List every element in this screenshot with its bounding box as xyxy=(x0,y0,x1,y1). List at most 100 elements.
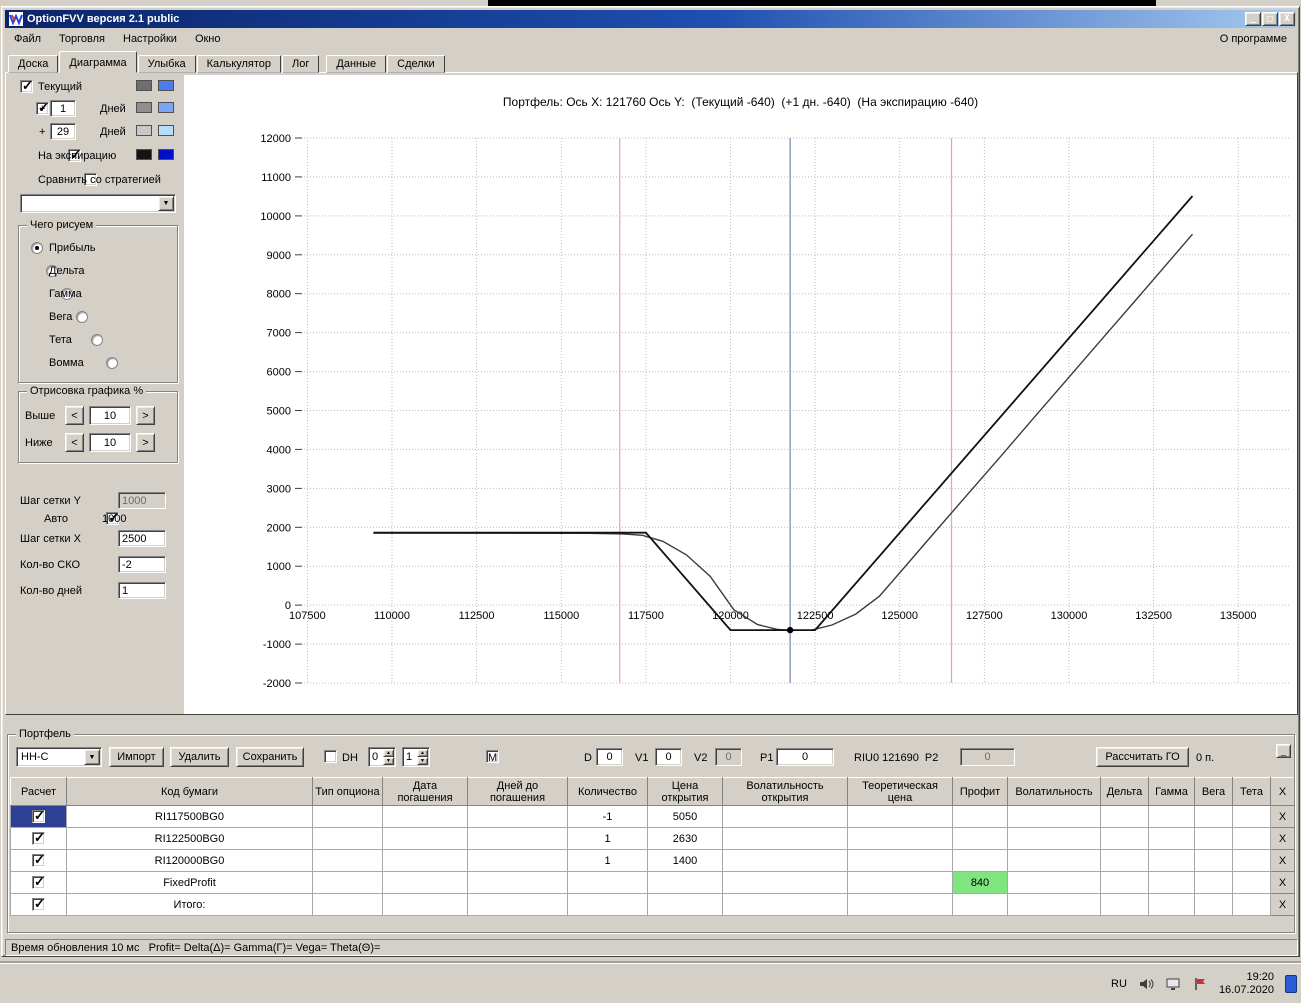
series-plus29-color-2[interactable] xyxy=(158,125,174,136)
radio-profit[interactable] xyxy=(31,242,43,254)
series-plus1-days-input[interactable] xyxy=(50,100,76,117)
delete-row-button[interactable]: X xyxy=(1270,893,1295,916)
menu-window[interactable]: Окно xyxy=(186,30,230,48)
range-above-inc-button[interactable]: > xyxy=(136,406,155,425)
open-price-cell[interactable]: 1400 xyxy=(647,849,723,872)
grid-step-y-input xyxy=(118,492,166,509)
calc-checkbox[interactable] xyxy=(32,808,45,824)
menu-about[interactable]: О программе xyxy=(1211,30,1296,48)
open-price-cell[interactable] xyxy=(647,871,723,894)
calc-checkbox[interactable] xyxy=(32,874,45,890)
collapse-panel-button[interactable]: _ xyxy=(1276,744,1291,758)
profit-chart[interactable]: -2000-1000010002000300040005000600070008… xyxy=(241,131,1297,707)
calc-checkbox[interactable] xyxy=(32,830,45,846)
table-cell xyxy=(1148,871,1195,894)
chevron-down-icon[interactable]: ▼ xyxy=(158,196,174,211)
spinner-up-icon[interactable]: ▲ xyxy=(383,749,394,757)
tray-monitor-icon[interactable] xyxy=(1165,976,1181,992)
svg-text:2000: 2000 xyxy=(267,522,291,534)
table-cell xyxy=(312,893,383,916)
language-indicator[interactable]: RU xyxy=(1111,978,1127,990)
tab-diagram[interactable]: Диаграмма xyxy=(59,51,137,73)
range-below-inc-button[interactable]: > xyxy=(136,433,155,452)
menu-trading[interactable]: Торговля xyxy=(50,30,114,48)
range-above-input[interactable] xyxy=(89,406,131,425)
series-plus29-days-input[interactable] xyxy=(50,123,76,140)
show-desktop-icon[interactable] xyxy=(1285,975,1297,993)
p1-input[interactable] xyxy=(776,748,834,766)
spinner-down-icon[interactable]: ▼ xyxy=(417,757,428,765)
v1-input[interactable] xyxy=(655,748,682,766)
tab-smile[interactable]: Улыбка xyxy=(137,55,196,73)
dh-checkbox[interactable] xyxy=(324,750,337,763)
minimize-button[interactable]: _ xyxy=(1245,12,1261,26)
tab-data[interactable]: Данные xyxy=(326,55,387,73)
tray-flag-icon[interactable] xyxy=(1192,976,1208,992)
tab-calculator[interactable]: Калькулятор xyxy=(196,55,282,73)
save-button[interactable]: Сохранить xyxy=(236,747,304,767)
calc-cell[interactable] xyxy=(10,893,67,916)
series-current-color-1[interactable] xyxy=(136,80,152,91)
tab-log[interactable]: Лог xyxy=(282,55,320,73)
chevron-down-icon[interactable]: ▼ xyxy=(84,749,100,765)
menu-settings[interactable]: Настройки xyxy=(114,30,186,48)
maximize-button[interactable]: □ xyxy=(1262,12,1278,26)
delete-row-button[interactable]: X xyxy=(1270,849,1295,872)
grid-step-x-input[interactable] xyxy=(118,530,166,547)
delete-row-button[interactable]: X xyxy=(1270,827,1295,850)
radio-vega[interactable] xyxy=(76,311,89,323)
grid-step-y-label: Шаг сетки Y xyxy=(20,495,81,507)
table-cell xyxy=(722,893,848,916)
quantity-cell[interactable]: 1 xyxy=(567,827,648,850)
calc-checkbox[interactable] xyxy=(32,896,45,912)
table-cell xyxy=(467,849,568,872)
range-above-dec-button[interactable]: < xyxy=(65,406,84,425)
calc-cell[interactable] xyxy=(10,827,67,850)
spinner-up-icon[interactable]: ▲ xyxy=(417,749,428,757)
series-current-color-2[interactable] xyxy=(158,80,174,91)
series-plus1-color-1[interactable] xyxy=(136,102,152,113)
quantity-cell[interactable]: 1 xyxy=(567,849,648,872)
taskbar[interactable]: RU 19:20 16.07.2020 xyxy=(0,963,1301,1003)
tab-trades[interactable]: Сделки xyxy=(387,55,445,73)
quantity-cell[interactable]: -1 xyxy=(567,805,648,828)
calc-checkbox[interactable] xyxy=(32,852,45,868)
quantity-cell[interactable] xyxy=(567,871,648,894)
radio-theta[interactable] xyxy=(91,334,104,346)
series-expiration-color-1[interactable] xyxy=(136,149,152,160)
strategy-combobox[interactable]: ▼ xyxy=(20,194,176,213)
status-bar: Время обновления 10 мс Profit= Delta(Δ)=… xyxy=(5,939,1298,956)
calc-cell[interactable] xyxy=(10,871,67,894)
series-plus29-color-1[interactable] xyxy=(136,125,152,136)
calc-cell[interactable] xyxy=(10,849,67,872)
tab-board[interactable]: Доска xyxy=(8,55,59,73)
menu-file[interactable]: Файл xyxy=(5,30,50,48)
radio-vomma[interactable] xyxy=(106,357,119,369)
series-expiration-color-2[interactable] xyxy=(158,149,174,160)
open-price-cell[interactable]: 2630 xyxy=(647,827,723,850)
sko-count-input[interactable] xyxy=(118,556,166,573)
dh-spinner-2[interactable]: ▲▼ xyxy=(402,747,430,767)
portfolio-combobox[interactable]: НН-С ▼ xyxy=(16,747,102,767)
dh-spinner-1[interactable]: ▲▼ xyxy=(368,747,396,767)
d-input[interactable] xyxy=(596,748,623,766)
col-header: Дельта xyxy=(1100,777,1149,806)
series-plus1-color-2[interactable] xyxy=(158,102,174,113)
import-button[interactable]: Импорт xyxy=(109,747,164,767)
delete-row-button[interactable]: X xyxy=(1270,871,1295,894)
volume-icon[interactable] xyxy=(1138,976,1154,992)
delete-row-button[interactable]: X xyxy=(1270,805,1295,828)
calc-cell[interactable] xyxy=(10,805,67,828)
close-button[interactable]: X xyxy=(1279,12,1295,26)
days-count-input[interactable] xyxy=(118,582,166,599)
calc-go-button[interactable]: Рассчитать ГО xyxy=(1096,747,1189,767)
range-below-dec-button[interactable]: < xyxy=(65,433,84,452)
series-current-checkbox[interactable] xyxy=(20,78,33,94)
open-price-cell[interactable]: 5050 xyxy=(647,805,723,828)
delete-button[interactable]: Удалить xyxy=(170,747,229,767)
spinner-down-icon[interactable]: ▼ xyxy=(383,757,394,765)
title-bar[interactable]: OptionFVV версия 2.1 public _ □ X xyxy=(5,10,1296,28)
range-below-input[interactable] xyxy=(89,433,131,452)
days-count-label: Кол-во дней xyxy=(20,585,83,597)
clock[interactable]: 19:20 16.07.2020 xyxy=(1219,971,1274,997)
